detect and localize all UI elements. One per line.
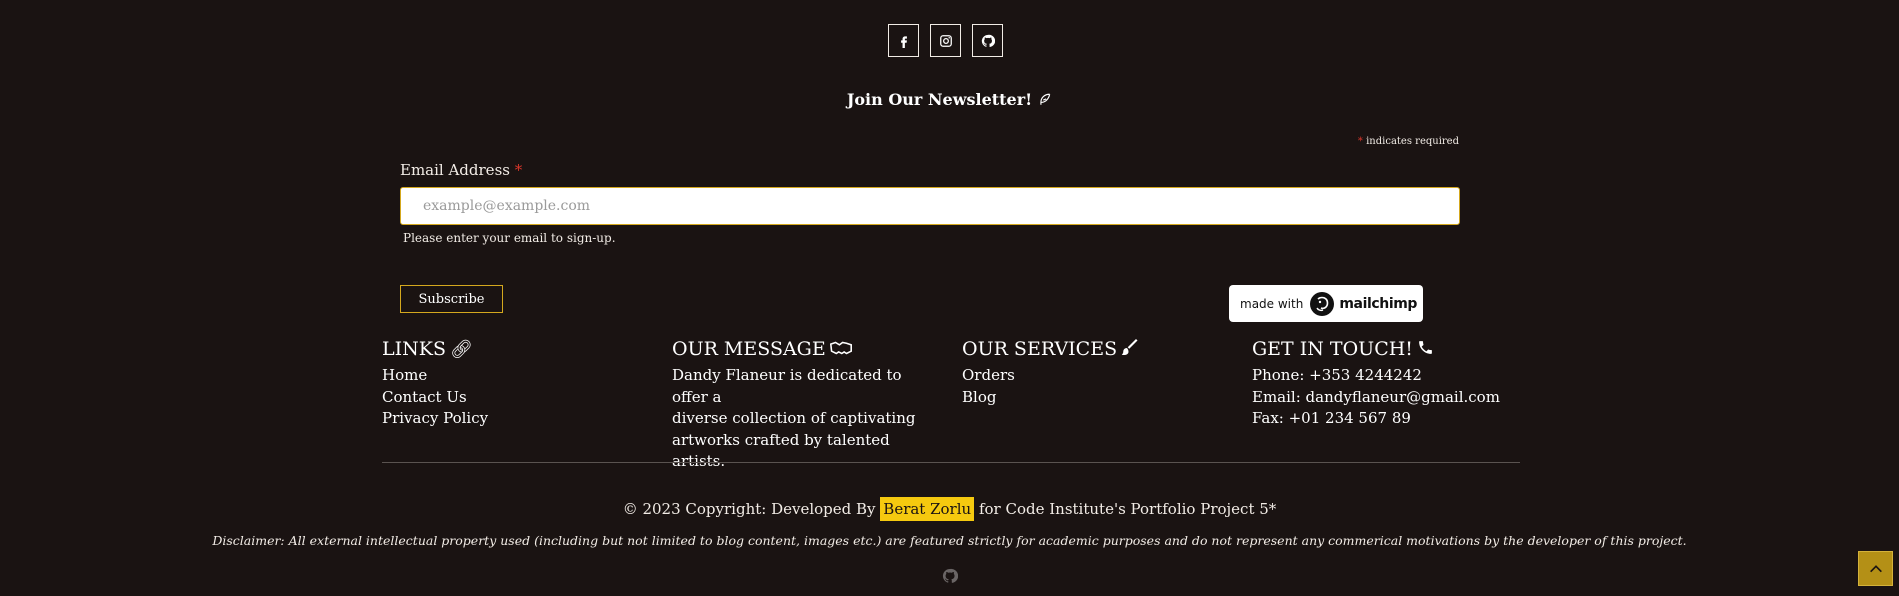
copyright-prefix: © 2023 Copyright: Developed By xyxy=(622,500,876,518)
services-heading: OUR SERVICES xyxy=(962,338,1232,360)
footer-divider xyxy=(382,462,1520,463)
mailchimp-badge[interactable]: made with mailchimp xyxy=(1229,285,1423,322)
message-line: Dandy Flaneur is dedicated to offer a xyxy=(672,366,902,406)
contact-fax: Fax: +01 234 567 89 xyxy=(1252,409,1411,427)
copyright: © 2023 Copyright: Developed By Berat Zor… xyxy=(0,497,1899,521)
email-input[interactable] xyxy=(400,187,1460,225)
message-line: diverse collection of captivating xyxy=(672,409,916,427)
contact-heading: GET IN TOUCH! xyxy=(1252,338,1522,360)
links-heading: LINKS 🔗︎ xyxy=(382,338,473,360)
footer-contact-column: GET IN TOUCH! Phone: +353 4244242 Email:… xyxy=(1252,338,1522,430)
paintbrush-icon xyxy=(1121,339,1139,360)
disclaimer: Disclaimer: All external intellectual pr… xyxy=(212,533,1687,548)
contact-phone: Phone: +353 4244242 xyxy=(1252,366,1422,384)
link-icon: 🔗︎ xyxy=(449,339,473,360)
message-heading: OUR MESSAGE xyxy=(672,338,942,360)
footer-links-column: LINKS 🔗︎ Home Contact Us Privacy Policy xyxy=(382,338,652,430)
social-links xyxy=(888,24,1003,57)
instagram-link[interactable] xyxy=(930,24,961,57)
footer-link-contact-us[interactable]: Contact Us xyxy=(382,387,652,409)
instagram-icon xyxy=(939,34,952,47)
message-line: artworks crafted by talented artists. xyxy=(672,430,890,471)
subscribe-button[interactable]: Subscribe xyxy=(400,285,503,313)
chevron-up-icon xyxy=(1869,564,1882,572)
footer-link-privacy-policy[interactable]: Privacy Policy xyxy=(382,408,652,430)
email-required-asterisk: * xyxy=(514,161,523,179)
newsletter-title: Join Our Newsletter! xyxy=(846,90,1033,109)
footer-services-column: OUR SERVICES Orders Blog xyxy=(962,338,1232,408)
footer-message-column: OUR MESSAGE Dandy Flaneur is dedicated t… xyxy=(672,338,942,473)
github-link[interactable] xyxy=(972,24,1003,57)
handshake-icon xyxy=(829,339,852,360)
email-label: Email Address * xyxy=(400,161,522,179)
facebook-link[interactable] xyxy=(888,24,919,57)
required-asterisk: * xyxy=(1357,136,1363,147)
github-icon xyxy=(981,34,995,47)
github-icon xyxy=(942,568,958,583)
copyright-suffix: for Code Institute's Portfolio Project 5… xyxy=(978,500,1277,518)
required-note: * indicates required xyxy=(1358,136,1459,147)
mailchimp-logo-icon xyxy=(1310,291,1335,316)
phone-icon xyxy=(1417,339,1434,360)
newsletter-heading: Join Our Newsletter! xyxy=(0,90,1899,109)
email-label-text: Email Address xyxy=(400,161,510,179)
author-link[interactable]: Berat Zorlu xyxy=(880,497,975,521)
footer-link-blog[interactable]: Blog xyxy=(962,387,1232,409)
footer-link-orders[interactable]: Orders xyxy=(962,365,1232,387)
mailchimp-brand: mailchimp xyxy=(1339,295,1418,312)
email-help-text: Please enter your email to sign-up. xyxy=(403,231,616,245)
required-note-text: indicates required xyxy=(1366,136,1459,147)
footer-link-home[interactable]: Home xyxy=(382,365,652,387)
scroll-to-top-button[interactable] xyxy=(1858,551,1893,586)
feather-icon xyxy=(1038,90,1052,109)
contact-email: Email: dandyflaneur@gmail.com xyxy=(1252,387,1500,406)
mailchimp-prefix: made with xyxy=(1240,296,1304,311)
facebook-icon xyxy=(900,35,907,48)
